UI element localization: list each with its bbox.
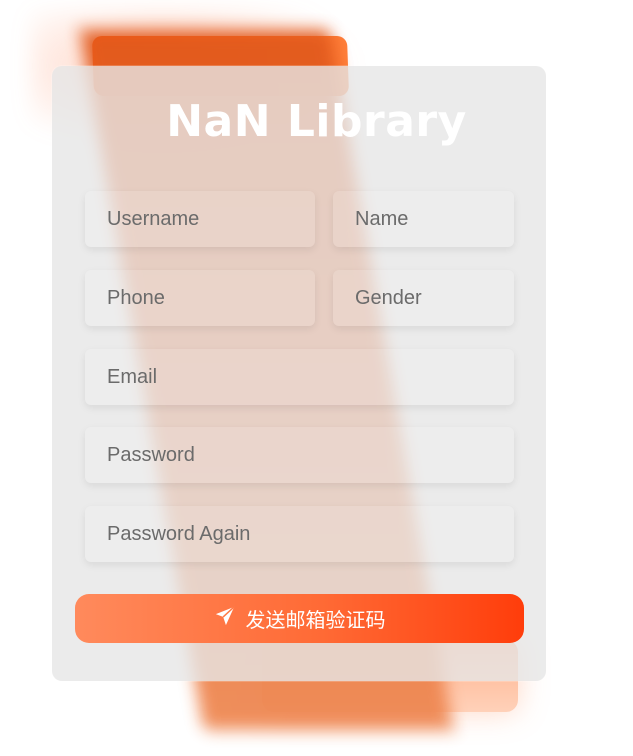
email-input[interactable] [85,349,514,405]
password-again-input[interactable] [85,506,514,562]
phone-input[interactable] [85,270,315,326]
gender-input[interactable] [333,270,514,326]
username-input[interactable] [85,191,315,247]
paper-plane-icon [214,605,236,632]
send-button-label: 发送邮箱验证码 [245,608,386,632]
password-input[interactable] [85,427,514,483]
name-input[interactable] [333,191,514,247]
send-email-code-button[interactable]: 发送邮箱验证码 [75,594,524,643]
app-title: NaN Library [166,96,467,147]
